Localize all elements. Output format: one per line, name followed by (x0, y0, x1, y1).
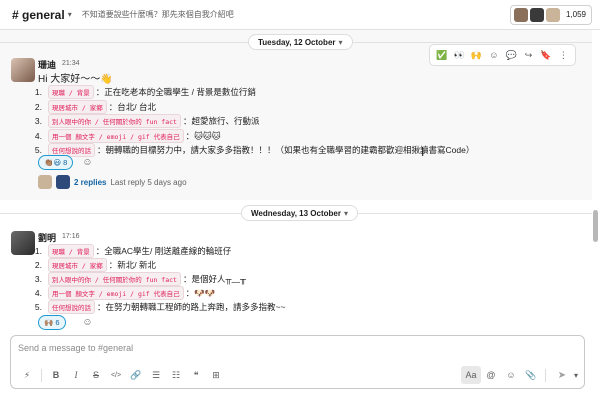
list-item: 3. 別人眼中的你 / 任何關於你的 fun fact ：超愛旅行、行動派 (34, 114, 260, 128)
code-button[interactable]: </> (106, 372, 126, 379)
channel-name: # general (12, 7, 65, 22)
code-block-icon[interactable]: ⊞ (206, 370, 226, 381)
message-timestamp[interactable]: 21:34 (62, 60, 80, 67)
member-avatar (545, 7, 560, 22)
more-actions-icon[interactable]: ⋮ (555, 50, 571, 61)
date-label: Wednesday, 13 October (251, 208, 341, 218)
bookmark-icon[interactable]: 🔖 (538, 50, 554, 61)
reaction-count: 6 (55, 318, 60, 327)
share-message-icon[interactable]: ↪ (521, 50, 537, 61)
bullet-list-icon[interactable]: ☷ (166, 370, 186, 381)
reply-avatar (38, 175, 52, 189)
list-item: 2. 現居城市 / 家鄉 ：台北/ 台北 (34, 100, 156, 114)
chevron-down-icon[interactable]: ▾ (574, 371, 578, 380)
date-label: Tuesday, 12 October (258, 37, 336, 47)
message-author[interactable]: 劉明 (38, 231, 56, 244)
inline-code: 別人眼中的你 / 任何關於你的 fun fact (48, 272, 181, 286)
members-button[interactable]: 1,059 (509, 4, 592, 25)
inline-code: 別人眼中的你 / 任何關於你的 fun fact (48, 114, 181, 128)
toolbar-divider (544, 368, 546, 382)
message-greeting: Hi 大家好～～👋 (38, 74, 113, 85)
replies-link[interactable]: 2 replies (74, 178, 106, 187)
channel-name-button[interactable]: # general ▾ (12, 8, 72, 22)
reply-thread-icon[interactable]: 💬 (503, 50, 519, 61)
eyes-reaction-icon[interactable]: 👀 (451, 50, 467, 61)
add-reaction-icon[interactable]: ☺ (486, 50, 502, 60)
inline-code: 任何想說的話 (48, 300, 95, 314)
send-icon[interactable]: ➤ (550, 370, 574, 381)
list-item: 1. 現職 / 背景 ：全職AC學生/ 剛送離產線的輪班仔 (34, 244, 232, 258)
chevron-down-icon: ▾ (343, 208, 348, 218)
list-item: 2. 現居城市 / 家鄉 ：新北/ 新北 (34, 258, 156, 272)
blockquote-icon[interactable]: ❝ (186, 370, 206, 381)
shortcuts-icon[interactable]: ⚡ (17, 370, 37, 381)
date-divider-tuesday[interactable]: Tuesday, 12 October ▾ (248, 34, 353, 50)
scrollbar[interactable] (593, 210, 598, 242)
add-reaction-icon[interactable]: ☺ (80, 315, 95, 330)
ordered-list-icon[interactable]: ☰ (146, 370, 166, 381)
list-item: 5. 任何想說的話 ：在努力朝轉職工程師的路上奔跑，請多多指教~~ (34, 300, 286, 314)
inline-code: 現居城市 / 家鄉 (48, 100, 107, 114)
avatar[interactable] (11, 58, 35, 82)
replies-meta: Last reply 5 days ago (110, 177, 187, 187)
inline-code: 用一個 顏文字 / emoji / gif 代表自己 (48, 129, 184, 143)
inline-code: 現職 / 背景 (48, 244, 94, 258)
reaction-emoji: 🙌🏽 (44, 318, 54, 327)
channel-header: # general ▾ 不知道要說些什麼嗎？那先來個自我介紹吧 1,059 (0, 0, 600, 30)
mention-icon[interactable]: @ (481, 370, 501, 380)
list-item: 5. 任何想說的話 ：朝轉職的目標努力中，請大家多多指教！！！（如果也有全職學習… (34, 143, 475, 157)
date-divider-wednesday[interactable]: Wednesday, 13 October ▾ (241, 205, 358, 221)
formatting-toggle-button[interactable]: Aa (460, 366, 481, 384)
bold-button[interactable]: B (46, 370, 66, 380)
list-item: 3. 別人眼中的你 / 任何關於你的 fun fact ：是個好人╥﹏╥ (34, 272, 247, 286)
chevron-down-icon: ▾ (338, 37, 343, 47)
member-count: 1,059 (565, 10, 586, 19)
italic-button[interactable]: I (66, 370, 86, 380)
list-item: 1. 現職 / 背景 ：正在吃老本的全職學生 / 背景是數位行銷 (34, 85, 256, 99)
reaction-emoji: 👏🏽😃 (44, 158, 62, 167)
message-input[interactable]: Send a message to #general (18, 343, 133, 353)
link-icon[interactable]: 🔗 (126, 370, 146, 381)
member-avatar (513, 7, 528, 22)
member-avatar (529, 7, 544, 22)
reaction-pill[interactable]: 👏🏽😃 8 (38, 155, 74, 170)
check-reaction-icon[interactable]: ✅ (434, 50, 450, 61)
reaction-pill[interactable]: 🙌🏽 6 (38, 315, 66, 330)
inline-code: 現居城市 / 家鄉 (48, 258, 107, 272)
thread-replies[interactable]: 2 replies Last reply 5 days ago (38, 175, 187, 189)
inline-code: 用一個 顏文字 / emoji / gif 代表自己 (48, 286, 184, 300)
reply-avatar (56, 175, 70, 189)
message-composer: Send a message to #general ⚡ B I S </> 🔗… (10, 335, 585, 389)
message-actions-toolbar: ✅ 👀 🙌 ☺ 💬 ↪ 🔖 ⋮ (429, 44, 576, 66)
toolbar-divider (41, 368, 42, 382)
formatting-toolbar: ⚡ B I S </> 🔗 ☰ ☷ ❝ ⊞ Aa @ ☺ 📎 ➤ ▾ (11, 362, 584, 388)
chevron-down-icon: ▾ (67, 10, 72, 19)
raised-hands-reaction-icon[interactable]: 🙌 (468, 50, 484, 61)
add-reaction-icon[interactable]: ☺ (80, 155, 95, 170)
list-item: 4. 用一個 顏文字 / emoji / gif 代表自己 ：🐱🐱🐱 (34, 129, 221, 143)
attach-icon[interactable]: 📎 (521, 370, 541, 381)
channel-topic[interactable]: 不知道要說些什麼嗎？那先來個自我介紹吧 (82, 9, 234, 20)
emoji-icon[interactable]: ☺ (501, 370, 521, 380)
list-item: 4. 用一個 顏文字 / emoji / gif 代表自己 ：🐶🐶 (34, 286, 216, 300)
message-timestamp[interactable]: 17:16 (62, 233, 80, 240)
text-cursor-icon: I (421, 145, 425, 159)
reaction-count: 8 (63, 158, 68, 167)
inline-code: 現職 / 背景 (48, 85, 94, 99)
strikethrough-button[interactable]: S (86, 370, 106, 380)
